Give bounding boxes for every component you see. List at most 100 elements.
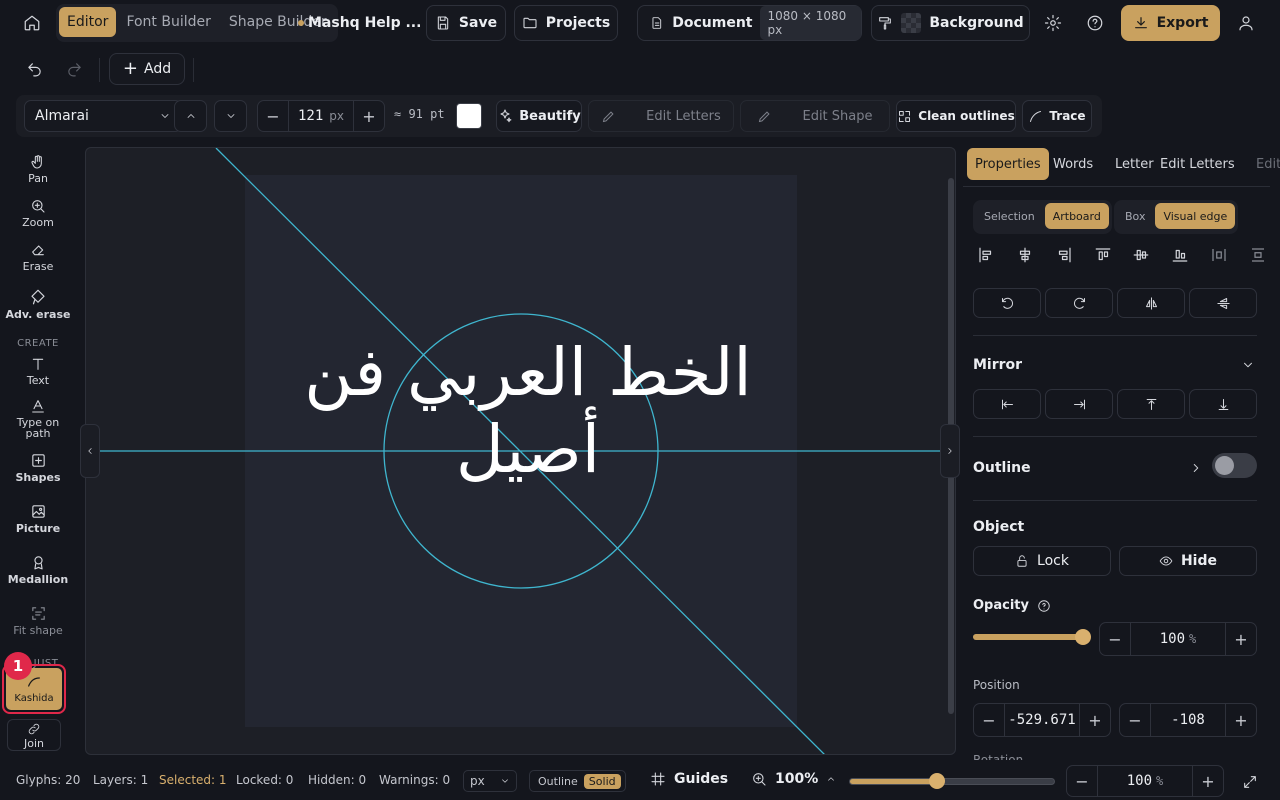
collapse-left-button[interactable] (80, 424, 100, 478)
help-icon[interactable] (1080, 8, 1110, 38)
add-button[interactable]: + Add (109, 53, 185, 85)
size-field[interactable]: 121 px (288, 101, 354, 131)
tool-shapes[interactable]: Shapes (0, 452, 76, 483)
projects-button[interactable]: Projects (514, 5, 618, 41)
tool-join[interactable]: Join (7, 719, 61, 751)
reference-selection[interactable]: Selection (976, 203, 1043, 229)
align-top-icon[interactable] (1094, 246, 1112, 264)
font-select[interactable]: Almarai (24, 100, 182, 132)
minus-icon[interactable]: − (1100, 630, 1130, 649)
tool-pan[interactable]: Pan (0, 154, 76, 184)
minus-icon[interactable]: − (1120, 711, 1150, 730)
zoom-slider-knob[interactable] (928, 773, 945, 789)
align-center-v-icon[interactable] (1132, 246, 1150, 264)
edit-shape-button[interactable]: Edit Shape (740, 100, 890, 132)
zoom-slider[interactable] (849, 773, 1055, 789)
hide-button[interactable]: Hide (1119, 546, 1257, 576)
reference-artboard[interactable]: Artboard (1044, 203, 1109, 229)
align-left-icon[interactable] (977, 246, 995, 264)
align-center-h-icon[interactable] (1016, 246, 1034, 264)
opacity-field[interactable]: 100% (1130, 623, 1226, 655)
plus-icon[interactable]: + (354, 107, 384, 126)
opacity-slider[interactable] (973, 629, 1091, 645)
distribute-v-icon[interactable] (1249, 246, 1267, 264)
guides-button[interactable]: Guides (650, 771, 728, 787)
opacity-slider-knob[interactable] (1075, 629, 1091, 645)
undo-icon[interactable] (19, 54, 49, 84)
tool-erase[interactable]: Erase (0, 242, 76, 272)
tool-label: Erase (22, 260, 54, 273)
settings-icon[interactable] (1038, 8, 1068, 38)
flip-h-button[interactable] (1117, 288, 1185, 318)
clean-outlines-button[interactable]: Clean outlines (896, 100, 1016, 132)
tool-picture[interactable]: Picture (0, 503, 76, 534)
fullscreen-icon[interactable] (1242, 774, 1258, 790)
plus-icon[interactable]: + (1193, 772, 1223, 791)
position-x-field[interactable]: -529.671 (1004, 704, 1080, 736)
home-icon[interactable] (17, 8, 47, 38)
outline-mode-toggle[interactable]: Outline Solid (529, 770, 626, 792)
tool-type-on-path[interactable]: Type on path (0, 398, 76, 439)
shapes-icon (31, 454, 45, 467)
align-right-icon[interactable] (1055, 246, 1073, 264)
mirror-down-button[interactable] (1189, 389, 1257, 419)
chevron-down-icon[interactable] (1241, 358, 1255, 372)
help-link[interactable]: Mashq Help ... (298, 12, 421, 34)
beautify-button[interactable]: Beautify (496, 100, 582, 132)
flip-v-button[interactable] (1189, 288, 1257, 318)
info-icon[interactable] (1037, 599, 1051, 613)
minus-icon[interactable]: − (1067, 772, 1097, 791)
unit-select[interactable]: px (463, 770, 517, 792)
plus-icon[interactable]: + (1226, 630, 1256, 649)
sparkles-icon (500, 109, 512, 123)
divider (973, 500, 1257, 501)
plus-icon[interactable]: + (1226, 711, 1256, 730)
rotate-ccw-button[interactable] (973, 288, 1041, 318)
redo-icon[interactable] (59, 54, 89, 84)
collapse-right-button[interactable] (940, 424, 960, 478)
background-button[interactable]: Background (871, 5, 1030, 41)
tool-text[interactable]: Text (0, 356, 76, 386)
size-up-button[interactable] (174, 100, 207, 132)
tab-font-builder[interactable]: Font Builder (118, 7, 218, 37)
paint-roller-icon (879, 17, 892, 30)
canvas-text[interactable]: الخط العربي فن أصيل (248, 334, 808, 488)
distribute-h-icon[interactable] (1210, 246, 1228, 264)
outline-toggle[interactable] (1212, 453, 1257, 478)
plus-icon[interactable]: + (1080, 711, 1110, 730)
chevron-right-icon[interactable] (1189, 461, 1203, 475)
tool-fit-shape[interactable]: Fit shape (0, 605, 76, 636)
tab-editor[interactable]: Editor (59, 7, 117, 37)
tool-adv-erase[interactable]: Adv. erase (0, 288, 76, 320)
export-button[interactable]: Export (1121, 5, 1220, 41)
tab-edit[interactable]: Edit (1248, 148, 1280, 180)
tab-edit-letters[interactable]: Edit Letters (1152, 148, 1243, 180)
position-y-field[interactable]: -108 (1150, 704, 1226, 736)
edit-letters-button[interactable]: Edit Letters (588, 100, 734, 132)
mirror-left-button[interactable] (973, 389, 1041, 419)
align-bottom-icon[interactable] (1171, 246, 1189, 264)
tool-zoom[interactable]: Zoom (0, 198, 76, 228)
status-bar: Glyphs: 20 Layers: 1 Selected: 1 Locked:… (0, 764, 1280, 800)
lock-button[interactable]: Lock (973, 546, 1111, 576)
user-icon[interactable] (1231, 8, 1261, 38)
size-down-button[interactable] (214, 100, 247, 132)
minus-icon[interactable]: − (258, 107, 288, 126)
mirror-up-button[interactable] (1117, 389, 1185, 419)
mirror-right-button[interactable] (1045, 389, 1113, 419)
tab-words[interactable]: Words (1045, 148, 1101, 180)
opacity-label: Opacity (973, 598, 1029, 613)
bounds-box[interactable]: Box (1117, 203, 1153, 229)
text-color-swatch[interactable] (456, 103, 482, 129)
document-button[interactable]: Document 1080 × 1080 px (637, 5, 862, 41)
tab-properties[interactable]: Properties (967, 148, 1049, 180)
bounds-visual-edge[interactable]: Visual edge (1155, 203, 1236, 229)
tool-medallion[interactable]: Medallion (0, 554, 76, 585)
zoom-menu[interactable]: 100% (751, 771, 836, 787)
minus-icon[interactable]: − (974, 711, 1004, 730)
zoom-field[interactable]: 100% (1097, 766, 1193, 796)
save-button[interactable]: Save (426, 5, 506, 41)
trace-button[interactable]: Trace (1022, 100, 1092, 132)
rotate-cw-button[interactable] (1045, 288, 1113, 318)
zoom-stepper: − 100% + (1066, 765, 1224, 797)
